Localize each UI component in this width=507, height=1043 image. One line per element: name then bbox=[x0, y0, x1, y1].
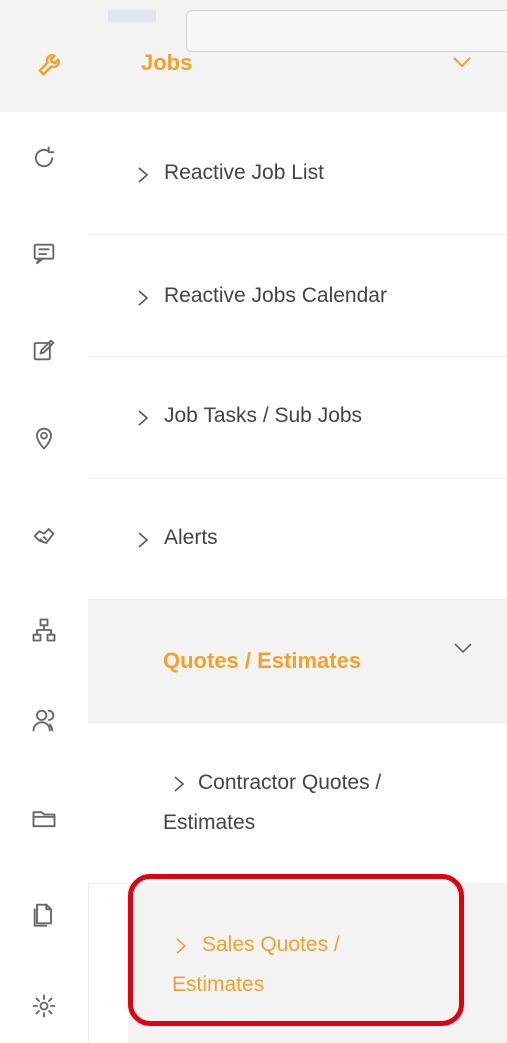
chevron-right-icon bbox=[136, 409, 150, 427]
menu-item-alerts[interactable]: Alerts bbox=[88, 479, 507, 600]
wrench-icon[interactable] bbox=[36, 48, 66, 78]
menu-item-label-continued: Estimates bbox=[163, 811, 256, 834]
icon-rail bbox=[0, 112, 89, 1043]
highlight-annotation bbox=[128, 874, 464, 1026]
chevron-right-icon bbox=[172, 775, 186, 793]
group-label: Quotes / Estimates bbox=[163, 648, 362, 673]
menu-item-label: Reactive Job List bbox=[164, 161, 324, 184]
edit-icon[interactable] bbox=[0, 320, 88, 380]
top-tab-right[interactable] bbox=[186, 10, 507, 52]
chat-icon[interactable] bbox=[0, 224, 88, 284]
chevron-down-icon[interactable] bbox=[451, 638, 475, 658]
settings-icon[interactable] bbox=[0, 976, 88, 1036]
chevron-down-icon[interactable] bbox=[450, 52, 474, 72]
users-icon[interactable] bbox=[0, 690, 88, 750]
menu-item-job-tasks[interactable]: Job Tasks / Sub Jobs bbox=[88, 357, 507, 479]
menu-group-quotes-estimates[interactable]: Quotes / Estimates bbox=[88, 600, 507, 723]
menu-item-contractor-quotes[interactable]: Contractor Quotes / Estimates bbox=[88, 723, 507, 884]
folder-icon[interactable] bbox=[0, 788, 88, 848]
chevron-right-icon bbox=[136, 289, 150, 307]
menu-item-label: Alerts bbox=[164, 526, 218, 549]
chevron-right-icon bbox=[136, 531, 150, 549]
hierarchy-icon[interactable] bbox=[0, 600, 88, 660]
menu-item-reactive-jobs-calendar[interactable]: Reactive Jobs Calendar bbox=[88, 235, 507, 357]
menu-item-reactive-job-list[interactable]: Reactive Job List bbox=[88, 112, 507, 235]
location-icon[interactable] bbox=[0, 408, 88, 468]
chevron-right-icon bbox=[136, 166, 150, 184]
menu-item-label: Reactive Jobs Calendar bbox=[164, 284, 387, 307]
menu-item-label: Job Tasks / Sub Jobs bbox=[164, 404, 363, 427]
jobs-section-title[interactable]: Jobs bbox=[141, 50, 192, 76]
menu-item-label: Contractor Quotes / bbox=[198, 771, 382, 794]
top-tab-left[interactable] bbox=[108, 10, 156, 22]
documents-icon[interactable] bbox=[0, 884, 88, 944]
refresh-icon[interactable] bbox=[0, 128, 88, 188]
handshake-icon[interactable] bbox=[0, 506, 88, 566]
top-bar bbox=[0, 0, 507, 112]
